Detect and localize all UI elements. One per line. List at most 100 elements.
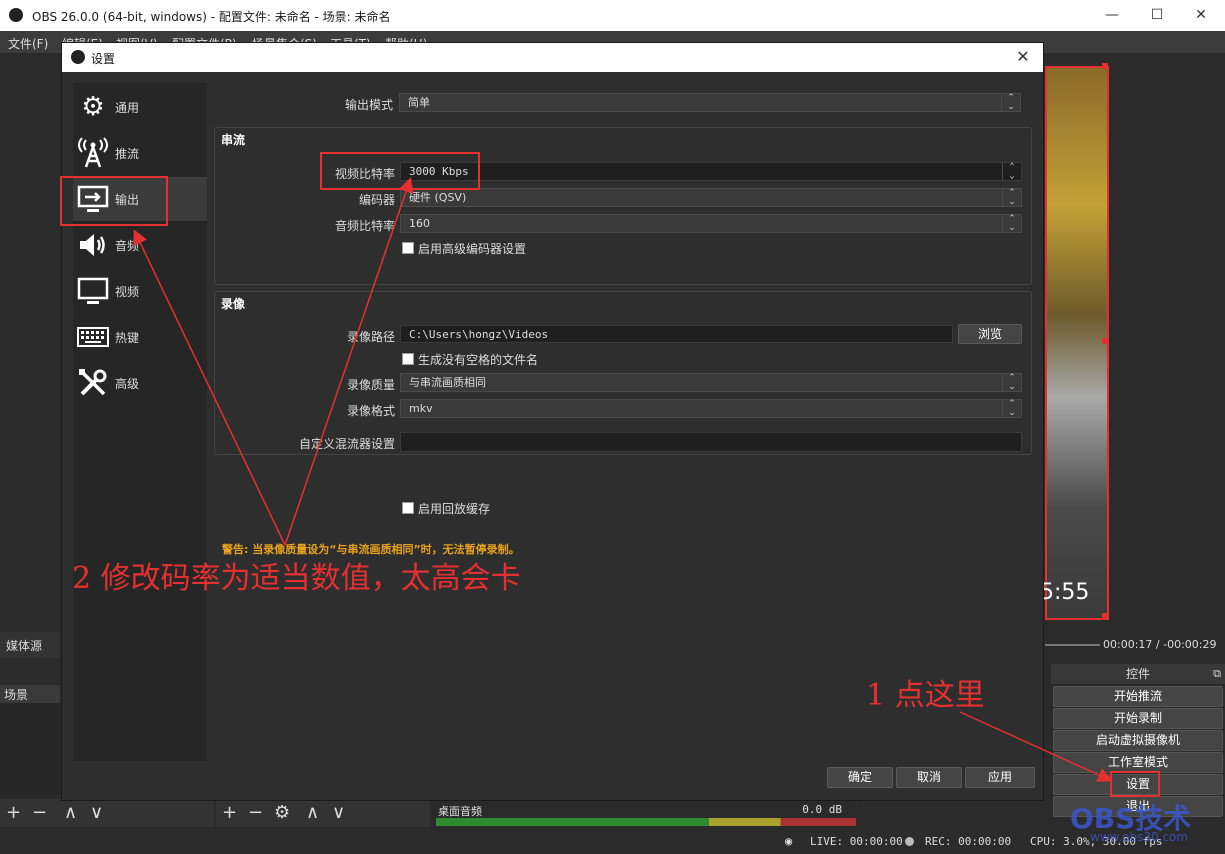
volume-meter <box>436 818 856 826</box>
video-bitrate-input[interactable]: 3000 Kbps ⌃ ⌄ <box>400 162 1022 181</box>
cancel-button[interactable]: 取消 <box>896 767 962 788</box>
live-indicator-icon: ◉ <box>785 834 793 848</box>
encoder-select[interactable]: 硬件 (QSV) ⌃ ⌄ <box>400 188 1022 207</box>
controls-header-label: 控件 <box>1125 667 1150 681</box>
menu-file[interactable]: 文件(F) <box>8 35 48 52</box>
transform-handle[interactable] <box>1102 613 1108 619</box>
main-window-title: OBS 26.0.0 (64-bit, windows) - 配置文件: 未命名… <box>32 10 391 24</box>
annotation-step2: 2 修改码率为适当数值，太高会卡 <box>72 561 521 596</box>
no-space-filename-label: 生成没有空格的文件名 <box>418 353 539 367</box>
maximize-icon[interactable]: ☐ <box>1142 4 1172 26</box>
rec-indicator-icon <box>905 837 914 846</box>
transform-handle[interactable] <box>1102 63 1108 69</box>
scenes-toolbar: + − ∧ ∨ <box>0 799 214 827</box>
transform-handle[interactable] <box>1102 338 1108 344</box>
start-virtual-camera-button[interactable]: 启动虚拟摄像机 <box>1053 730 1223 751</box>
recording-format-select[interactable]: mkv ⌃ ⌄ <box>400 399 1022 418</box>
obs-logo-icon <box>71 50 85 64</box>
sidebar-item-general[interactable]: ⚙ 通用 <box>73 85 207 129</box>
preview-clock-text: 5:55 <box>1040 580 1090 605</box>
scenes-list[interactable] <box>0 703 60 795</box>
recording-quality-label: 录像质量 <box>346 378 395 392</box>
browse-button[interactable]: 浏览 <box>958 324 1022 344</box>
sidebar-item-stream[interactable]: 推流 <box>73 131 207 175</box>
replay-buffer-label: 启用回放缓存 <box>418 502 491 516</box>
no-space-filename-checkbox[interactable] <box>402 353 414 365</box>
ok-button[interactable]: 确定 <box>827 767 893 788</box>
dialog-titlebar: 设置 ✕ <box>62 43 1043 72</box>
recording-format-label: 录像格式 <box>346 404 395 418</box>
remove-icon[interactable]: − <box>248 802 263 823</box>
replay-buffer-checkbox[interactable] <box>402 502 414 514</box>
recording-format-value: mkv <box>409 402 433 415</box>
sidebar-item-label: 视频 <box>115 285 140 299</box>
recording-group: 录像 录像路径 C:\Users\hongz\Videos 浏览 生成没有空格的… <box>214 291 1032 455</box>
studio-mode-button[interactable]: 工作室模式 <box>1053 752 1223 773</box>
encoder-value: 硬件 (QSV) <box>409 191 467 204</box>
streaming-group: 串流 视频比特率 3000 Kbps ⌃ ⌄ 编码器 硬件 (QSV) ⌃ ⌄ 音频… <box>214 127 1032 285</box>
media-seek-track[interactable] <box>1045 644 1100 646</box>
chevron-updown-icon: ⌃ ⌄ <box>1002 215 1021 233</box>
recording-quality-select[interactable]: 与串流画质相同 ⌃ ⌄ <box>400 373 1022 392</box>
chevron-updown-icon: ⌃ ⌄ <box>1002 189 1021 207</box>
spin-updown-icon[interactable]: ⌃ ⌄ <box>1002 163 1021 181</box>
live-time: LIVE: 00:00:00 <box>810 835 903 848</box>
preview-video[interactable] <box>1045 66 1109 620</box>
tools-icon <box>77 367 109 399</box>
custom-muxer-label: 自定义混流器设置 <box>298 437 395 451</box>
status-bar: ◉ LIVE: 00:00:00 REC: 00:00:00 CPU: 3.0%… <box>0 829 1225 854</box>
sidebar-item-hotkeys[interactable]: 热键 <box>73 315 207 359</box>
output-mode-select[interactable]: 简单 ⌃ ⌄ <box>399 93 1021 112</box>
remove-icon[interactable]: − <box>32 802 47 823</box>
audio-bitrate-select[interactable]: 160 ⌃ ⌄ <box>400 214 1022 233</box>
recording-path-input[interactable]: C:\Users\hongz\Videos <box>400 325 953 343</box>
advanced-encoder-label: 启用高级编码器设置 <box>418 242 527 256</box>
sources-tab[interactable]: 媒体源 <box>0 632 60 658</box>
start-recording-button[interactable]: 开始录制 <box>1053 708 1223 729</box>
encoder-label: 编码器 <box>358 193 395 207</box>
recording-quality-value: 与串流画质相同 <box>409 376 486 389</box>
move-up-icon[interactable]: ∧ <box>64 802 77 823</box>
minimize-icon[interactable]: — <box>1097 4 1127 26</box>
sidebar-item-advanced[interactable]: 高级 <box>73 361 207 405</box>
close-icon[interactable]: ✕ <box>1186 4 1216 26</box>
recording-group-title: 录像 <box>221 297 246 311</box>
audio-bitrate-value: 160 <box>409 217 430 230</box>
sidebar-item-label: 热键 <box>115 331 140 345</box>
media-timebar: 00:00:17 / -00:00:29 <box>1045 636 1225 654</box>
sources-toolbar: + − ⚙ ∧ ∨ <box>216 799 430 827</box>
sidebar-item-label: 推流 <box>115 147 140 161</box>
annotation-step1: 1 点这里 <box>866 678 985 713</box>
add-icon[interactable]: + <box>222 802 237 823</box>
start-streaming-button[interactable]: 开始推流 <box>1053 686 1223 707</box>
sidebar-item-video[interactable]: 视频 <box>73 269 207 313</box>
mixer-db-value: 0.0 dB <box>802 803 842 816</box>
speaker-icon <box>77 229 109 261</box>
keyboard-icon <box>77 321 109 353</box>
dialog-close-icon[interactable]: ✕ <box>1013 46 1033 68</box>
chevron-updown-icon: ⌃ ⌄ <box>1002 374 1021 392</box>
monitor-icon <box>77 275 109 307</box>
antenna-icon <box>77 137 109 169</box>
media-time: 00:00:17 / -00:00:29 <box>1103 638 1217 651</box>
apply-button[interactable]: 应用 <box>965 767 1035 788</box>
scenes-header: 场景 <box>0 685 60 703</box>
add-icon[interactable]: + <box>6 802 21 823</box>
sidebar-item-audio[interactable]: 音频 <box>73 223 207 267</box>
dock-float-icon[interactable]: ⧉ <box>1213 664 1221 684</box>
output-mode-value: 简单 <box>408 96 430 109</box>
audio-bitrate-label: 音频比特率 <box>334 219 395 233</box>
recording-path-label: 录像路径 <box>346 330 395 344</box>
scenes-header-label: 场景 <box>4 688 29 702</box>
move-up-icon[interactable]: ∧ <box>306 802 319 823</box>
watermark-url: www.obs30.com <box>1090 830 1189 844</box>
move-down-icon[interactable]: ∨ <box>332 802 345 823</box>
controls-header: 控件 ⧉ <box>1051 664 1225 684</box>
chevron-updown-icon: ⌃ ⌄ <box>1001 94 1020 112</box>
advanced-encoder-checkbox[interactable] <box>402 242 414 254</box>
custom-muxer-input[interactable] <box>400 432 1022 452</box>
settings-highlight-box <box>1110 771 1160 797</box>
gear-icon[interactable]: ⚙ <box>274 802 290 823</box>
move-down-icon[interactable]: ∨ <box>90 802 103 823</box>
mixer-track-label: 桌面音频 <box>438 805 482 818</box>
